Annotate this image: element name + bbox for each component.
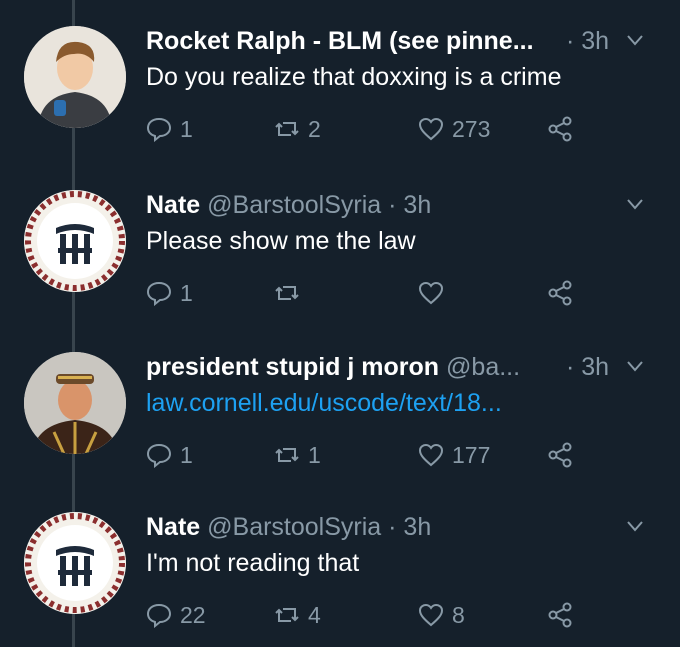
avatar[interactable] (24, 512, 126, 614)
tweet[interactable]: president stupid j moron @ba... · 3h law… (0, 326, 680, 486)
heart-icon (418, 117, 444, 141)
like-button[interactable]: 273 (418, 112, 490, 146)
heart-icon (418, 443, 444, 467)
retweet-count: 2 (308, 115, 321, 142)
like-count: 273 (452, 115, 491, 142)
retweet-icon (275, 286, 299, 300)
avatar[interactable] (24, 26, 126, 128)
reply-count: 1 (180, 279, 193, 306)
user-handle[interactable]: @BarstoolSyria (207, 191, 381, 219)
barstool-logo-avatar-icon (24, 190, 126, 292)
tweet[interactable]: Nate @BarstoolSyria · 3h Please show me … (0, 164, 680, 324)
share-icon (548, 442, 572, 468)
tweet-text: I'm not reading that (146, 549, 360, 577)
like-button[interactable] (418, 276, 452, 310)
tweet-actions: 1 1 177 (146, 438, 680, 472)
share-icon (548, 280, 572, 306)
chevron-down-icon[interactable] (626, 34, 644, 46)
reply-count: 1 (180, 115, 193, 142)
reply-button[interactable]: 22 (146, 598, 206, 632)
reply-count: 22 (180, 601, 206, 628)
display-name[interactable]: Nate (146, 191, 200, 219)
chevron-down-icon[interactable] (626, 520, 644, 532)
retweet-count: 4 (308, 601, 321, 628)
reply-button[interactable]: 1 (146, 438, 193, 472)
timestamp[interactable]: · 3h (566, 350, 609, 384)
display-name[interactable]: Nate (146, 513, 200, 541)
reply-button[interactable]: 1 (146, 112, 193, 146)
tweet-text: Do you realize that doxxing is a crime (146, 63, 562, 91)
tweet-header: Rocket Ralph - BLM (see pinne... · 3h (146, 24, 664, 58)
barstool-logo-avatar-icon (24, 512, 126, 614)
share-button[interactable] (546, 112, 582, 146)
tweet-actions: 1 (146, 276, 680, 310)
timestamp[interactable]: · 3h (388, 513, 431, 541)
retweet-button[interactable]: 2 (274, 112, 321, 146)
display-name[interactable]: president stupid j moron (146, 353, 439, 381)
share-button[interactable] (546, 598, 582, 632)
tweet[interactable]: Nate @BarstoolSyria · 3h I'm not reading… (0, 486, 680, 646)
timestamp[interactable]: · 3h (388, 191, 431, 219)
tweet-actions: 22 4 8 (146, 598, 680, 632)
share-button[interactable] (546, 276, 582, 310)
retweet-button[interactable] (274, 276, 308, 310)
share-button[interactable] (546, 438, 582, 472)
reply-icon (146, 281, 172, 306)
avatar[interactable] (24, 190, 126, 292)
tweet-text: Please show me the law (146, 227, 416, 255)
tweet-actions: 1 2 273 (146, 112, 680, 146)
share-icon (548, 602, 572, 628)
retweet-button[interactable]: 4 (274, 598, 321, 632)
reply-icon (146, 117, 172, 142)
heart-icon (418, 281, 444, 305)
reply-icon (146, 603, 172, 628)
like-count: 8 (452, 601, 465, 628)
tweet-header: Nate @BarstoolSyria · 3h (146, 510, 664, 544)
reply-icon (146, 443, 172, 468)
chevron-down-icon[interactable] (626, 360, 644, 372)
tweet-header: president stupid j moron @ba... · 3h (146, 350, 664, 384)
reply-button[interactable]: 1 (146, 276, 193, 310)
chevron-down-icon[interactable] (626, 198, 644, 210)
retweet-icon (275, 122, 299, 136)
tweet-header: Nate @BarstoolSyria · 3h (146, 188, 664, 222)
heart-icon (418, 603, 444, 627)
reply-count: 1 (180, 441, 193, 468)
user-handle[interactable]: @ba... (446, 353, 520, 381)
retweet-icon (275, 448, 299, 462)
retweet-button[interactable]: 1 (274, 438, 321, 472)
like-button[interactable]: 8 (418, 598, 465, 632)
retweet-count: 1 (308, 441, 321, 468)
like-button[interactable]: 177 (418, 438, 490, 472)
avatar[interactable] (24, 352, 126, 454)
tweet[interactable]: Rocket Ralph - BLM (see pinne... · 3h Do… (0, 0, 680, 160)
timestamp[interactable]: · 3h (566, 24, 609, 58)
tweet-link[interactable]: law.cornell.edu/uscode/text/18... (146, 386, 502, 420)
man-photo-avatar-icon (24, 352, 126, 454)
retweet-icon (275, 608, 299, 622)
cartoon-man-avatar-icon (24, 26, 126, 128)
share-icon (548, 116, 572, 142)
user-handle[interactable]: @BarstoolSyria (207, 513, 381, 541)
display-name[interactable]: Rocket Ralph - BLM (see pinne... (146, 27, 534, 55)
like-count: 177 (452, 441, 491, 468)
